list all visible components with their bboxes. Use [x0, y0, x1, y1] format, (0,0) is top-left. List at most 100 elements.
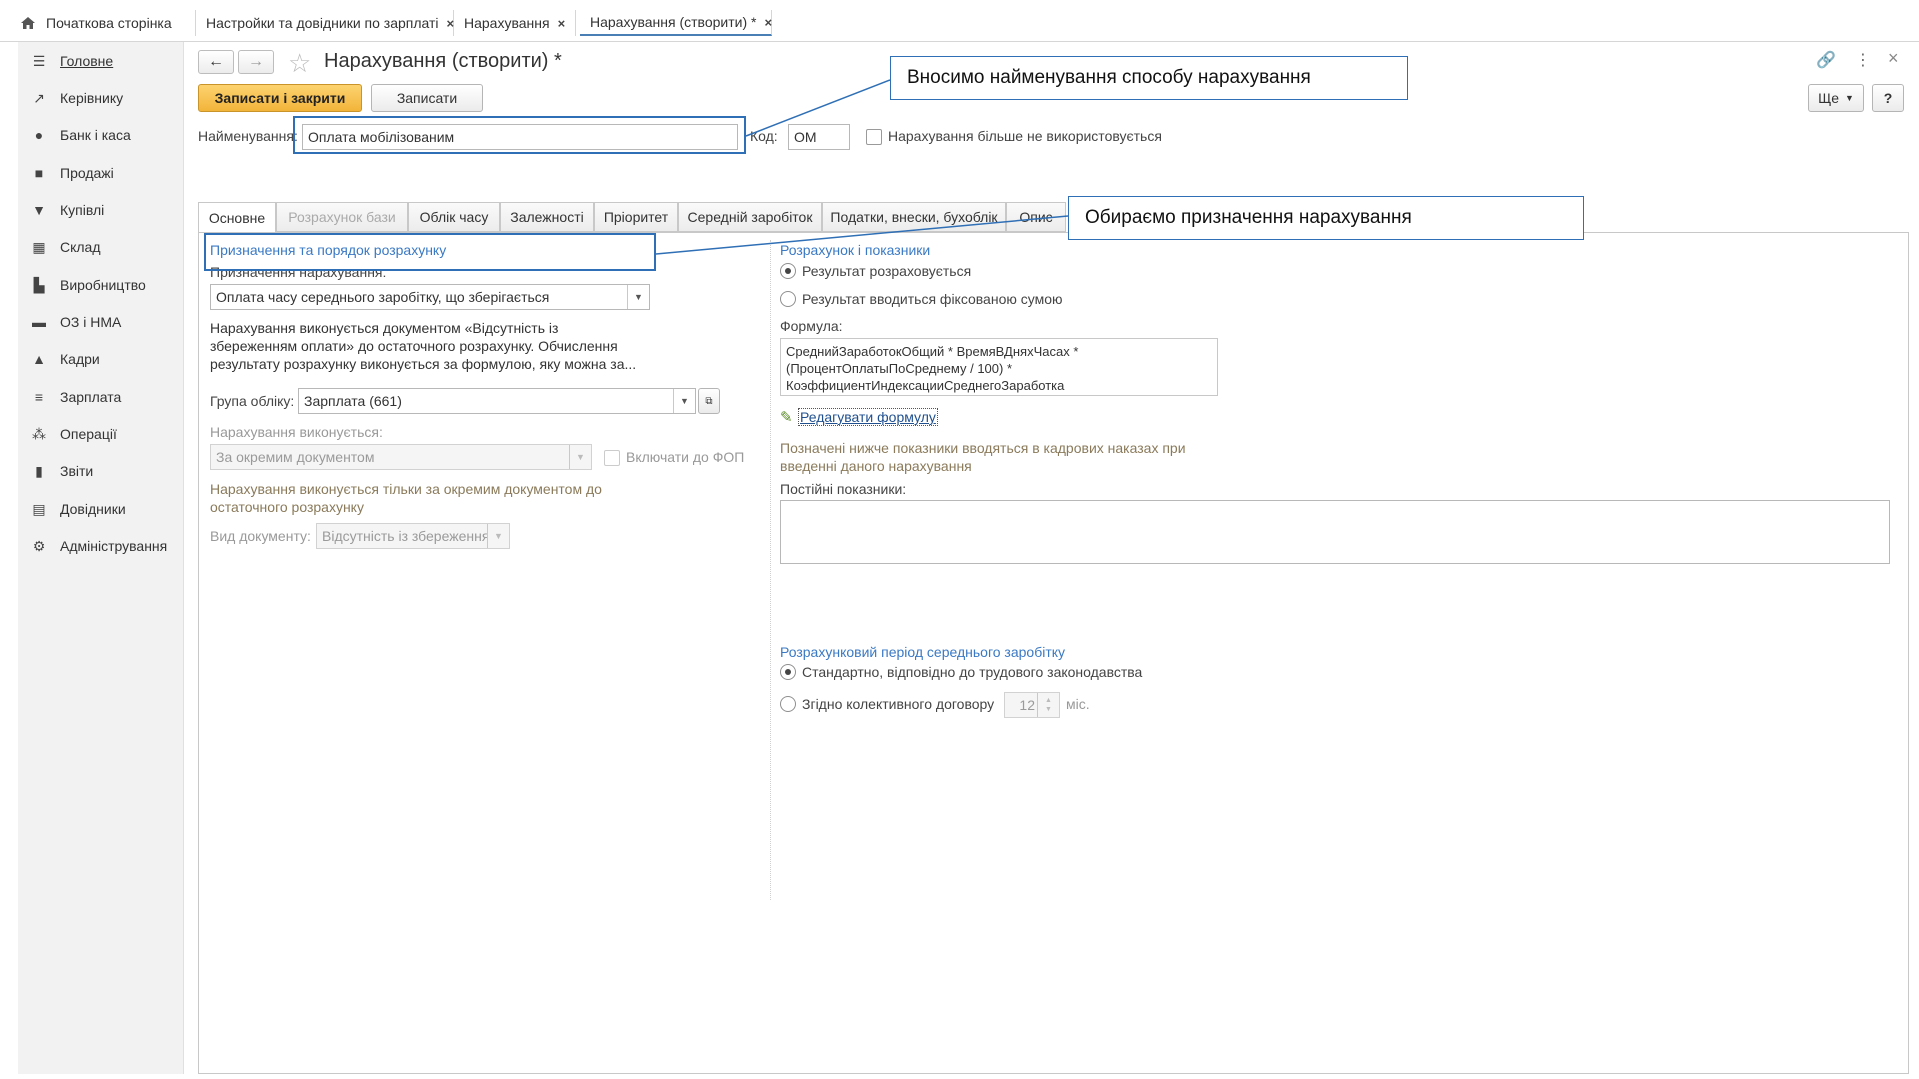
close-icon[interactable]: × — [764, 15, 772, 30]
executed-value: За окремим документом — [216, 449, 375, 465]
tab-priority[interactable]: Пріоритет — [594, 202, 678, 232]
bank-icon: ● — [34, 127, 44, 143]
formula-label: Формула: — [780, 318, 843, 334]
tab-base-calc[interactable]: Розрахунок бази — [276, 202, 408, 232]
tab-home[interactable]: Початкова сторінка — [10, 10, 196, 36]
tab-label: Початкова сторінка — [46, 15, 172, 31]
tab-time-tracking[interactable]: Облік часу — [408, 202, 500, 232]
standard-period-label: Стандартно, відповідно до трудового зако… — [802, 664, 1143, 680]
sidebar-item-label: Звіти — [60, 463, 94, 479]
tab-taxes[interactable]: Податки, внески, бухоблік — [822, 202, 1006, 232]
name-label: Найменування: — [198, 128, 298, 144]
sidebar-item-manager[interactable]: ↗ Керівнику — [18, 85, 184, 111]
doc-type-label: Вид документу: — [210, 528, 311, 544]
forward-button[interactable]: → — [238, 50, 274, 74]
pencil-icon: ✎ — [780, 409, 793, 426]
open-icon[interactable]: ⧉ — [698, 388, 720, 414]
gear-icon: ⚙ — [32, 537, 46, 554]
back-button[interactable]: ← — [198, 50, 234, 74]
purpose-select[interactable]: Оплата часу середнього заробітку, що збе… — [210, 284, 650, 310]
warehouse-icon: ▦ — [32, 238, 46, 255]
fixed-radio[interactable] — [780, 291, 796, 307]
sidebar-item-label: Керівнику — [60, 90, 124, 106]
factory-icon: ▙ — [33, 276, 45, 293]
code-label: Код: — [750, 128, 778, 144]
more-vertical-icon[interactable]: ⋮ — [1855, 50, 1871, 70]
code-input[interactable]: ОМ — [788, 124, 850, 150]
save-button[interactable]: Записати — [371, 84, 483, 112]
save-and-close-button[interactable]: Записати і закрити — [198, 84, 362, 112]
tab-main[interactable]: Основне — [198, 202, 276, 233]
sidebar-item-sales[interactable]: ■ Продажі — [18, 160, 184, 186]
more-button[interactable]: Ще ▼ — [1808, 84, 1864, 112]
stepper-arrows-icon: ▲ ▼ — [1037, 693, 1059, 717]
books-icon: ▤ — [32, 500, 46, 517]
fop-checkbox — [604, 450, 620, 466]
main-content: ← → ☆ Нарахування (створити) * 🔗 ⋮ × Зап… — [198, 42, 1909, 1074]
sidebar-item-label: Довідники — [60, 501, 126, 517]
chevron-down-icon: ▼ — [487, 524, 509, 548]
chevron-down-icon[interactable]: ▼ — [673, 389, 695, 413]
tab-label: Настройки та довідники по зарплаті — [206, 15, 439, 31]
sidebar-item-label: Виробництво — [60, 277, 146, 293]
tab-dependencies[interactable]: Залежності — [500, 202, 594, 232]
close-icon[interactable]: × — [558, 16, 566, 31]
sidebar-item-label: Купівлі — [60, 202, 105, 218]
sidebar-item-label: Головне — [60, 53, 114, 69]
sidebar-item-label: ОЗ і НМА — [60, 314, 122, 330]
purpose-highlight-box — [204, 233, 656, 271]
sidebar-item-label: Зарплата — [60, 389, 122, 405]
sidebar-item-label: Кадри — [60, 351, 100, 367]
link-icon[interactable]: 🔗 — [1816, 50, 1836, 70]
fop-label: Включати до ФОП — [626, 449, 745, 465]
sidebar-item-catalogs[interactable]: ▤ Довідники — [18, 496, 184, 522]
not-used-label: Нарахування більше не використовується — [888, 128, 1162, 144]
payroll-icon: ≡ — [34, 389, 44, 405]
menu-icon: ☰ — [32, 52, 46, 69]
sidebar-item-admin[interactable]: ⚙ Адміністрування — [18, 533, 184, 559]
executed-select: За окремим документом ▼ — [210, 444, 592, 470]
standard-period-radio[interactable] — [780, 664, 796, 680]
chevron-down-icon[interactable]: ▼ — [627, 285, 649, 309]
sidebar-item-reports[interactable]: ▮ Звіти — [18, 458, 184, 484]
doc-type-value: Відсутність із збереження — [322, 528, 490, 544]
tab-accrual-create[interactable]: Нарахування (створити) * × — [580, 10, 772, 36]
calculated-radio[interactable] — [780, 263, 796, 279]
arrow-right-icon: → — [248, 53, 264, 70]
calc-section-title: Розрахунок і показники — [780, 242, 931, 258]
sidebar-item-main[interactable]: ☰ Головне — [18, 48, 184, 74]
not-used-checkbox[interactable] — [866, 129, 882, 145]
sidebar-item-production[interactable]: ▙ Виробництво — [18, 272, 184, 298]
tab-accruals[interactable]: Нарахування × — [454, 10, 576, 36]
more-label: Ще — [1818, 90, 1839, 106]
close-icon[interactable]: × — [1888, 48, 1899, 69]
tab-average-earnings[interactable]: Середній заробіток — [678, 202, 822, 232]
close-icon[interactable]: × — [447, 16, 455, 31]
home-icon — [20, 16, 36, 30]
group-value: Зарплата (661) — [304, 393, 402, 409]
help-button[interactable]: ? — [1872, 84, 1904, 112]
group-label: Група обліку: — [210, 393, 295, 409]
sidebar-item-hr[interactable]: ▲ Кадри — [18, 346, 184, 372]
constant-indicators-list[interactable] — [780, 500, 1890, 564]
top-tab-bar: Початкова сторінка Настройки та довідник… — [0, 0, 1919, 42]
tab-label: Нарахування — [464, 15, 550, 31]
column-divider — [770, 240, 771, 900]
formula-field[interactable]: СреднийЗаработокОбщий * ВремяВДняхЧасах … — [780, 338, 1218, 396]
sidebar-item-assets[interactable]: ▬ ОЗ і НМА — [18, 309, 184, 335]
sidebar-item-payroll[interactable]: ≡ Зарплата — [18, 384, 184, 410]
edit-formula-link[interactable]: Редагувати формулу — [798, 408, 938, 426]
sidebar-item-purchases[interactable]: ▼ Купівлі — [18, 197, 184, 223]
collective-period-radio[interactable] — [780, 696, 796, 712]
sidebar-item-operations[interactable]: ⁂ Операції — [18, 421, 184, 447]
tab-payroll-settings[interactable]: Настройки та довідники по зарплаті × — [196, 10, 454, 36]
purpose-value: Оплата часу середнього заробітку, що збе… — [216, 289, 550, 305]
chart-icon: ↗ — [33, 89, 45, 106]
tab-description[interactable]: Опис — [1006, 202, 1066, 232]
group-select[interactable]: Зарплата (661) ▼ — [298, 388, 696, 414]
collective-period-label: Згідно колективного договору — [802, 696, 995, 712]
sidebar-item-warehouse[interactable]: ▦ Склад — [18, 234, 184, 260]
sidebar-item-bank[interactable]: ● Банк і каса — [18, 122, 184, 148]
fixed-label: Результат вводиться фіксованою сумою — [802, 291, 1063, 307]
star-icon[interactable]: ☆ — [288, 48, 311, 79]
